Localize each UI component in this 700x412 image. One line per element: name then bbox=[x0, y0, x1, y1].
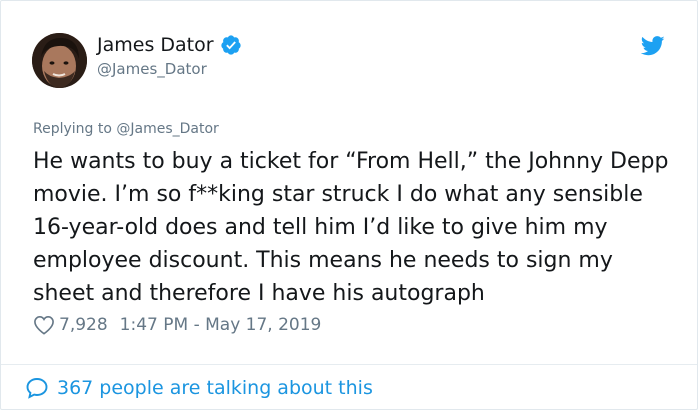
tweet-timestamp[interactable]: 1:47 PM - May 17, 2019 bbox=[120, 313, 322, 337]
author-handle[interactable]: @James_Dator bbox=[97, 59, 207, 79]
speech-bubble-icon bbox=[25, 376, 49, 400]
like-count: 7,928 bbox=[59, 315, 108, 335]
heart-outline-icon[interactable] bbox=[33, 315, 55, 335]
tweet-text: He wants to buy a ticket for “From Hell,… bbox=[33, 149, 669, 306]
conversation-link[interactable]: 367 people are talking about this bbox=[25, 375, 373, 401]
tweet-card: James Dator @James_Dator Replying to @Ja… bbox=[0, 0, 698, 410]
profile-photo bbox=[32, 33, 87, 88]
verified-badge-icon bbox=[220, 34, 242, 56]
avatar[interactable] bbox=[32, 33, 87, 88]
conversation-count-label: 367 people are talking about this bbox=[57, 377, 373, 399]
tweet-meta-row: 7,928 1:47 PM - May 17, 2019 bbox=[33, 313, 321, 337]
author-display-name[interactable]: James Dator bbox=[97, 33, 214, 57]
twitter-bird-icon[interactable] bbox=[641, 36, 665, 56]
replying-to-label[interactable]: Replying to @James_Dator bbox=[33, 120, 219, 138]
divider bbox=[1, 364, 697, 365]
author-name-row: James Dator bbox=[97, 33, 242, 57]
